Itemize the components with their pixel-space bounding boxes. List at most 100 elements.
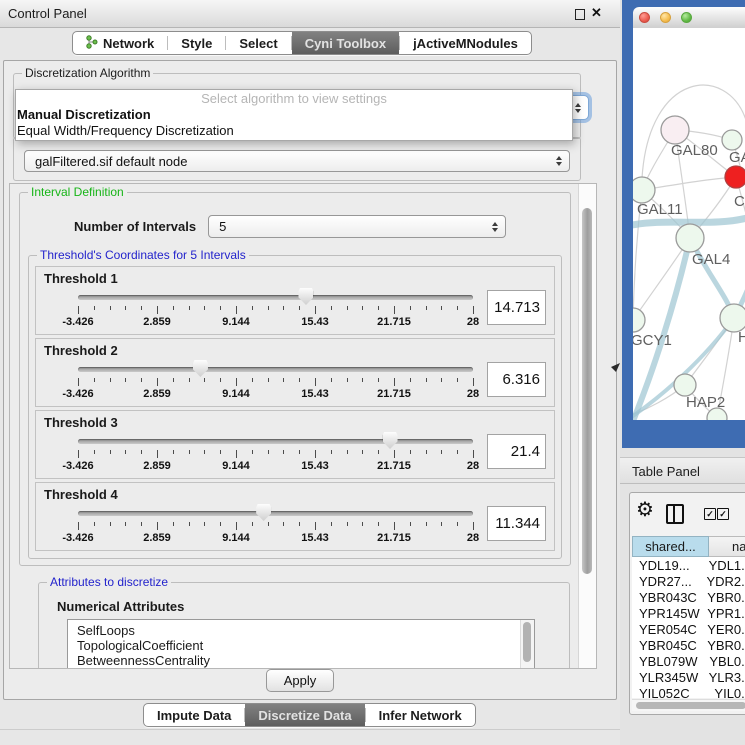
tab-select[interactable]: Select	[226, 32, 290, 54]
slider-tick	[283, 450, 284, 454]
tab-style[interactable]: Style	[168, 32, 225, 54]
network-node-gal4[interactable]	[676, 224, 704, 252]
table-row[interactable]: YDR27...YDR2...	[632, 573, 745, 589]
slider-tick	[315, 450, 316, 458]
number-of-intervals-combobox[interactable]: 5	[208, 215, 506, 238]
cell-shared-name: YIL052C	[632, 686, 708, 699]
attributes-group: Attributes to discretize Numerical Attri…	[38, 582, 570, 669]
slider-tick	[110, 378, 111, 382]
network-node-ga[interactable]	[722, 130, 742, 150]
threshold-row: -3.4262.8599.14415.4321.71528 6.316	[44, 358, 546, 402]
vertical-scrollbar[interactable]	[578, 184, 596, 668]
horizontal-scrollbar[interactable]	[632, 699, 745, 711]
threshold-label: Threshold 3	[44, 415, 546, 430]
network-node-h[interactable]	[720, 304, 745, 332]
slider-tick	[457, 306, 458, 310]
algorithm-option-manual-discretization[interactable]: Manual Discretization	[16, 107, 572, 123]
attribute-item-selfloops[interactable]: SelfLoops	[77, 623, 534, 638]
slider-tick	[189, 522, 190, 526]
cell-shared-name: YER054C	[632, 622, 701, 637]
slider-tick	[173, 522, 174, 526]
tab-jactivemnodules[interactable]: jActiveMNodules	[400, 32, 531, 54]
tab-impute-data[interactable]: Impute Data	[144, 704, 244, 726]
attributes-scrollbar[interactable]	[520, 620, 534, 669]
slider-tick	[110, 306, 111, 310]
numerical-attributes-list[interactable]: SelfLoopsTopologicalCoefficientBetweenne…	[67, 619, 535, 669]
threshold-value-field[interactable]: 6.316	[487, 362, 546, 397]
slider-thumb[interactable]	[193, 360, 208, 377]
table-row[interactable]: YLR345WYLR3...	[632, 669, 745, 685]
minimize-traffic-light-icon[interactable]	[660, 12, 671, 23]
columns-icon[interactable]	[666, 504, 684, 524]
dropdown-hint: Select algorithm to view settings	[16, 90, 572, 107]
slider-tick	[315, 378, 316, 386]
cell-shared-name: YDL19...	[632, 558, 703, 573]
table-row[interactable]: YPR145WYPR1...	[632, 605, 745, 621]
combo-spinner-icon	[575, 103, 581, 113]
network-node-c[interactable]	[725, 166, 745, 188]
slider-tick	[173, 378, 174, 382]
slider-tick	[347, 522, 348, 526]
tab-tab-label: Impute Data	[157, 708, 231, 723]
tab-cyni-toolbox[interactable]: Cyni Toolbox	[292, 32, 399, 54]
network-window-titlebar[interactable]	[633, 7, 745, 29]
slider-tick	[125, 378, 126, 382]
slider-tick-label: 21.715	[377, 316, 411, 328]
mouse-cursor	[611, 363, 622, 374]
table-row[interactable]: YIL052CYIL0...	[632, 685, 745, 698]
slider-tick	[94, 450, 95, 454]
table-row[interactable]: YER054CYER0...	[632, 621, 745, 637]
threshold-slider[interactable]: -3.4262.8599.14415.4321.71528	[78, 286, 473, 330]
table-row[interactable]: YDL19...YDL1...	[632, 557, 745, 573]
table-row[interactable]: YBR043CYBR0...	[632, 589, 745, 605]
slider-thumb[interactable]	[298, 288, 313, 305]
slider-thumb[interactable]	[383, 432, 398, 449]
tab-discretize-data[interactable]: Discretize Data	[245, 704, 364, 726]
tab-infer-network[interactable]: Infer Network	[366, 704, 475, 726]
close-traffic-light-icon[interactable]	[639, 12, 650, 23]
table-data-combobox[interactable]: galFiltered.sif default node	[24, 150, 570, 172]
network-node-hap2[interactable]	[674, 374, 696, 396]
threshold-slider[interactable]: -3.4262.8599.14415.4321.71528	[78, 502, 473, 546]
network-node-gcy1[interactable]	[633, 308, 645, 332]
slider-tick	[362, 522, 363, 526]
slider-tick	[283, 306, 284, 310]
threshold-slider[interactable]: -3.4262.8599.14415.4321.71528	[78, 358, 473, 402]
threshold-value-field[interactable]: 11.344	[487, 506, 546, 541]
gear-icon[interactable]: ⚙	[636, 497, 654, 522]
scrollbar-thumb[interactable]	[523, 622, 531, 662]
scrollbar-thumb[interactable]	[582, 208, 592, 574]
tab-network[interactable]: Network	[73, 32, 167, 54]
slider-tick-label: 15.43	[301, 316, 329, 328]
slider-thumb[interactable]	[256, 504, 271, 521]
threshold-value-field[interactable]: 14.713	[487, 290, 546, 325]
column-header-shared-name[interactable]: shared...	[632, 536, 709, 557]
algorithm-option-equal-width-frequency-discretization[interactable]: Equal Width/Frequency Discretization	[16, 123, 572, 139]
cell-name: YDR2...	[700, 574, 745, 589]
column-header-name[interactable]: na	[709, 536, 745, 557]
threshold-value-field[interactable]: 21.4	[487, 434, 546, 469]
close-window-icon[interactable]: ✕	[591, 5, 602, 21]
threshold-slider[interactable]: -3.4262.8599.14415.4321.71528	[78, 430, 473, 474]
zoom-traffic-light-icon[interactable]	[681, 12, 692, 23]
table-row[interactable]: YBR045CYBR0...	[632, 637, 745, 653]
cyni-toolbox-panel: Discretization Algorithm Select algorith…	[3, 60, 617, 700]
scrollbar-thumb[interactable]	[636, 702, 745, 709]
checkbox-checked-icon[interactable]: ✓	[717, 508, 729, 520]
checkbox-checked-icon[interactable]: ✓	[704, 508, 716, 520]
slider-tick-label: 2.859	[143, 316, 171, 328]
attribute-item-topologicalcoefficient[interactable]: TopologicalCoefficient	[77, 638, 534, 653]
combo-spinner-icon	[556, 156, 562, 166]
float-window-icon[interactable]	[575, 9, 585, 20]
table-row[interactable]: YBL079WYBL0...	[632, 653, 745, 669]
apply-button[interactable]: Apply	[266, 669, 334, 692]
network-canvas[interactable]: GAL80GACGAL11GAL4GCY1HHAP2	[633, 28, 745, 420]
network-node-gal11[interactable]	[633, 177, 655, 203]
combo-spinner-icon	[492, 222, 498, 232]
network-node-gal80[interactable]	[661, 116, 689, 144]
window-title: Control Panel	[8, 6, 87, 21]
attribute-item-betweennesscentrality[interactable]: BetweennessCentrality	[77, 653, 534, 668]
threshold-panel-threshold-4: Threshold 4-3.4262.8599.14415.4321.71528…	[35, 482, 555, 551]
network-node-label: GCY1	[633, 332, 672, 349]
thresholds-group: Threshold's Coordinates for 5 Intervals …	[28, 255, 562, 559]
